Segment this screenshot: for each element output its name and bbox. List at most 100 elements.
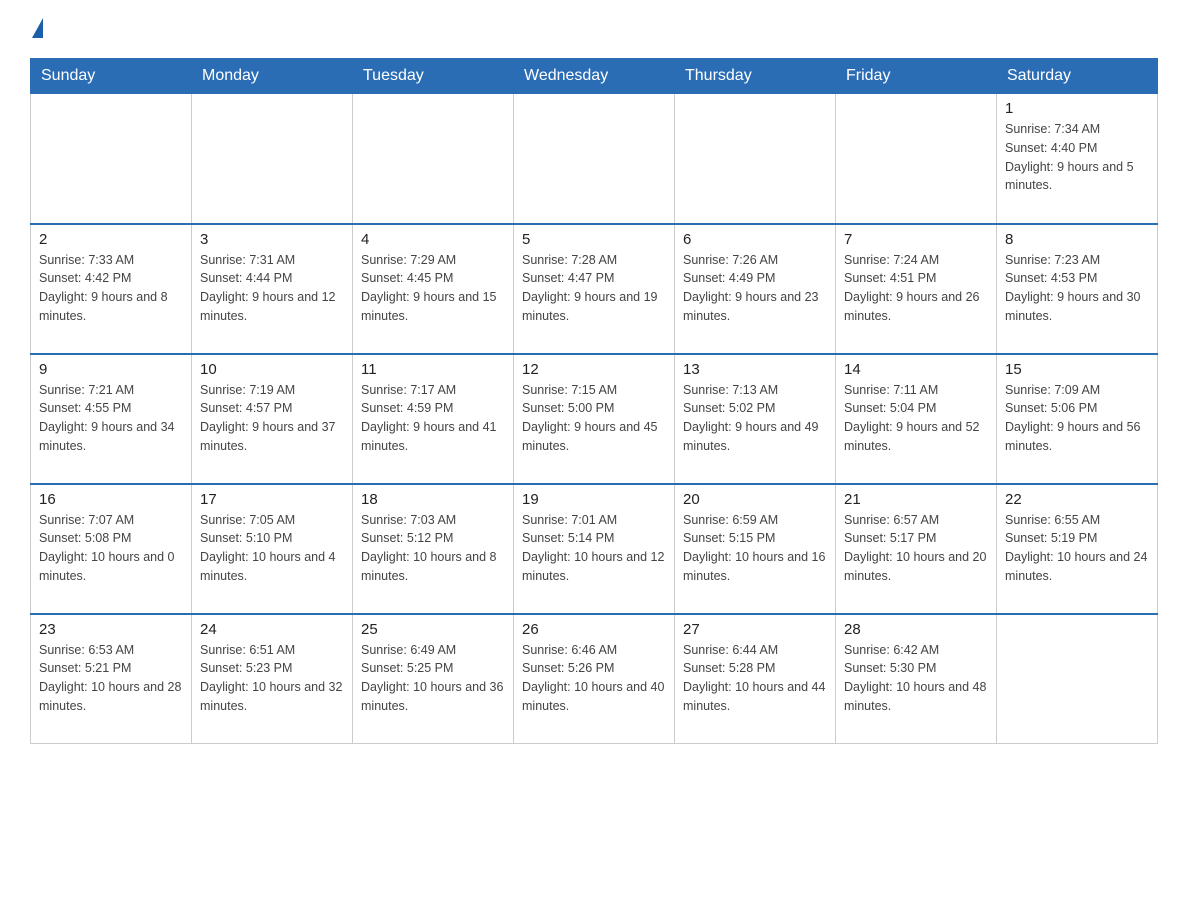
logo: [30, 20, 45, 40]
day-info: Sunrise: 7:23 AMSunset: 4:53 PMDaylight:…: [1005, 251, 1149, 326]
table-row: [675, 94, 836, 224]
table-row: 13 Sunrise: 7:13 AMSunset: 5:02 PMDayligh…: [675, 354, 836, 484]
table-row: 1 Sunrise: 7:34 AMSunset: 4:40 PMDaylight…: [997, 94, 1158, 224]
table-row: 15 Sunrise: 7:09 AMSunset: 5:06 PMDayligh…: [997, 354, 1158, 484]
table-row: 19 Sunrise: 7:01 AMSunset: 5:14 PMDayligh…: [514, 484, 675, 614]
table-row: 3 Sunrise: 7:31 AMSunset: 4:44 PMDaylight…: [192, 224, 353, 354]
day-number: 28: [844, 621, 988, 638]
table-row: [514, 94, 675, 224]
calendar-week-row: 23 Sunrise: 6:53 AMSunset: 5:21 PMDayligh…: [31, 614, 1158, 744]
day-number: 15: [1005, 361, 1149, 378]
day-info: Sunrise: 7:21 AMSunset: 4:55 PMDaylight:…: [39, 381, 183, 456]
day-info: Sunrise: 6:44 AMSunset: 5:28 PMDaylight:…: [683, 641, 827, 716]
calendar-week-row: 1 Sunrise: 7:34 AMSunset: 4:40 PMDaylight…: [31, 94, 1158, 224]
day-info: Sunrise: 7:07 AMSunset: 5:08 PMDaylight:…: [39, 511, 183, 586]
day-info: Sunrise: 7:34 AMSunset: 4:40 PMDaylight:…: [1005, 120, 1149, 195]
day-number: 14: [844, 361, 988, 378]
day-info: Sunrise: 7:11 AMSunset: 5:04 PMDaylight:…: [844, 381, 988, 456]
day-number: 18: [361, 491, 505, 508]
day-number: 5: [522, 231, 666, 248]
day-number: 23: [39, 621, 183, 638]
day-info: Sunrise: 7:15 AMSunset: 5:00 PMDaylight:…: [522, 381, 666, 456]
col-header-friday: Friday: [836, 59, 997, 94]
day-number: 22: [1005, 491, 1149, 508]
col-header-wednesday: Wednesday: [514, 59, 675, 94]
col-header-sunday: Sunday: [31, 59, 192, 94]
table-row: 2Sunrise: 7:33 AMSunset: 4:42 PMDaylight…: [31, 224, 192, 354]
calendar-week-row: 9 Sunrise: 7:21 AMSunset: 4:55 PMDaylight…: [31, 354, 1158, 484]
day-info: Sunrise: 7:19 AMSunset: 4:57 PMDaylight:…: [200, 381, 344, 456]
table-row: [192, 94, 353, 224]
day-number: 13: [683, 361, 827, 378]
day-info: Sunrise: 7:17 AMSunset: 4:59 PMDaylight:…: [361, 381, 505, 456]
calendar-table: Sunday Monday Tuesday Wednesday Thursday…: [30, 58, 1158, 744]
calendar-week-row: 16 Sunrise: 7:07 AMSunset: 5:08 PMDayligh…: [31, 484, 1158, 614]
table-row: 21 Sunrise: 6:57 AMSunset: 5:17 PMDayligh…: [836, 484, 997, 614]
day-info: Sunrise: 6:59 AMSunset: 5:15 PMDaylight:…: [683, 511, 827, 586]
day-number: 7: [844, 231, 988, 248]
calendar-header-row: Sunday Monday Tuesday Wednesday Thursday…: [31, 59, 1158, 94]
day-info: Sunrise: 7:26 AMSunset: 4:49 PMDaylight:…: [683, 251, 827, 326]
table-row: 10 Sunrise: 7:19 AMSunset: 4:57 PMDayligh…: [192, 354, 353, 484]
day-number: 8: [1005, 231, 1149, 248]
table-row: 17 Sunrise: 7:05 AMSunset: 5:10 PMDayligh…: [192, 484, 353, 614]
table-row: 28 Sunrise: 6:42 AMSunset: 5:30 PMDayligh…: [836, 614, 997, 744]
table-row: 20 Sunrise: 6:59 AMSunset: 5:15 PMDayligh…: [675, 484, 836, 614]
day-number: 12: [522, 361, 666, 378]
day-info: Sunrise: 7:24 AMSunset: 4:51 PMDaylight:…: [844, 251, 988, 326]
day-number: 24: [200, 621, 344, 638]
day-info: Sunrise: 7:03 AMSunset: 5:12 PMDaylight:…: [361, 511, 505, 586]
table-row: 18 Sunrise: 7:03 AMSunset: 5:12 PMDayligh…: [353, 484, 514, 614]
table-row: 6Sunrise: 7:26 AMSunset: 4:49 PMDaylight…: [675, 224, 836, 354]
table-row: 27 Sunrise: 6:44 AMSunset: 5:28 PMDayligh…: [675, 614, 836, 744]
table-row: 11 Sunrise: 7:17 AMSunset: 4:59 PMDayligh…: [353, 354, 514, 484]
table-row: [31, 94, 192, 224]
table-row: 7 Sunrise: 7:24 AMSunset: 4:51 PMDaylight…: [836, 224, 997, 354]
table-row: 5 Sunrise: 7:28 AMSunset: 4:47 PMDaylight…: [514, 224, 675, 354]
day-number: 20: [683, 491, 827, 508]
day-number: 1: [1005, 100, 1149, 117]
table-row: [353, 94, 514, 224]
col-header-tuesday: Tuesday: [353, 59, 514, 94]
table-row: 25 Sunrise: 6:49 AMSunset: 5:25 PMDayligh…: [353, 614, 514, 744]
table-row: 12 Sunrise: 7:15 AMSunset: 5:00 PMDayligh…: [514, 354, 675, 484]
day-info: Sunrise: 6:49 AMSunset: 5:25 PMDaylight:…: [361, 641, 505, 716]
day-info: Sunrise: 7:13 AMSunset: 5:02 PMDaylight:…: [683, 381, 827, 456]
col-header-saturday: Saturday: [997, 59, 1158, 94]
day-number: 9: [39, 361, 183, 378]
table-row: [836, 94, 997, 224]
day-info: Sunrise: 6:51 AMSunset: 5:23 PMDaylight:…: [200, 641, 344, 716]
day-number: 21: [844, 491, 988, 508]
day-number: 19: [522, 491, 666, 508]
day-number: 4: [361, 231, 505, 248]
day-number: 27: [683, 621, 827, 638]
day-info: Sunrise: 6:46 AMSunset: 5:26 PMDaylight:…: [522, 641, 666, 716]
day-info: Sunrise: 6:42 AMSunset: 5:30 PMDaylight:…: [844, 641, 988, 716]
day-number: 25: [361, 621, 505, 638]
day-number: 26: [522, 621, 666, 638]
table-row: 8 Sunrise: 7:23 AMSunset: 4:53 PMDaylight…: [997, 224, 1158, 354]
day-info: Sunrise: 7:28 AMSunset: 4:47 PMDaylight:…: [522, 251, 666, 326]
day-info: Sunrise: 6:55 AMSunset: 5:19 PMDaylight:…: [1005, 511, 1149, 586]
table-row: 16 Sunrise: 7:07 AMSunset: 5:08 PMDayligh…: [31, 484, 192, 614]
day-info: Sunrise: 7:29 AMSunset: 4:45 PMDaylight:…: [361, 251, 505, 326]
table-row: 24 Sunrise: 6:51 AMSunset: 5:23 PMDayligh…: [192, 614, 353, 744]
day-info: Sunrise: 7:31 AMSunset: 4:44 PMDaylight:…: [200, 251, 344, 326]
day-number: 16: [39, 491, 183, 508]
day-number: 2: [39, 231, 183, 248]
table-row: 14 Sunrise: 7:11 AMSunset: 5:04 PMDayligh…: [836, 354, 997, 484]
day-info: Sunrise: 7:05 AMSunset: 5:10 PMDaylight:…: [200, 511, 344, 586]
day-info: Sunrise: 7:09 AMSunset: 5:06 PMDaylight:…: [1005, 381, 1149, 456]
day-info: Sunrise: 6:57 AMSunset: 5:17 PMDaylight:…: [844, 511, 988, 586]
table-row: 22 Sunrise: 6:55 AMSunset: 5:19 PMDayligh…: [997, 484, 1158, 614]
page-header: [30, 20, 1158, 40]
day-number: 3: [200, 231, 344, 248]
day-number: 17: [200, 491, 344, 508]
day-info: Sunrise: 7:01 AMSunset: 5:14 PMDaylight:…: [522, 511, 666, 586]
table-row: [997, 614, 1158, 744]
day-number: 11: [361, 361, 505, 378]
day-info: Sunrise: 6:53 AMSunset: 5:21 PMDaylight:…: [39, 641, 183, 716]
day-number: 10: [200, 361, 344, 378]
calendar-week-row: 2Sunrise: 7:33 AMSunset: 4:42 PMDaylight…: [31, 224, 1158, 354]
table-row: 9 Sunrise: 7:21 AMSunset: 4:55 PMDaylight…: [31, 354, 192, 484]
